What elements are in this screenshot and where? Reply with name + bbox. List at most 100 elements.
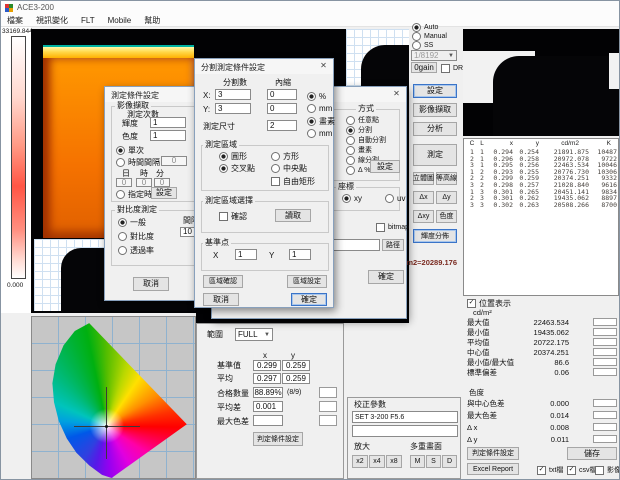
bitmap-checkbox[interactable]: bitmap: [376, 223, 409, 232]
read-button[interactable]: 讀取: [275, 209, 311, 222]
capture-button[interactable]: 影像擷取: [413, 103, 457, 117]
zero-gain-button[interactable]: 0gain: [411, 62, 437, 73]
calibration-param1-field[interactable]: SET 3-200 F5.6: [352, 411, 458, 423]
analyze-button[interactable]: 分析: [413, 122, 457, 136]
delta-xy-button[interactable]: Δxy: [413, 210, 434, 223]
radio-method-split[interactable]: 分割: [346, 126, 372, 135]
table-row[interactable]: 3 2 0.298 0.257 21028.840 9616: [467, 182, 618, 189]
radio-area-center[interactable]: 中央點: [271, 164, 307, 173]
table-row[interactable]: 1 1 0.294 0.254 21891.875 10487: [467, 149, 618, 156]
radio-inset-percent[interactable]: %: [307, 92, 326, 101]
ref-x-field[interactable]: 1: [235, 249, 257, 260]
delta-y-button[interactable]: Δy: [436, 191, 457, 204]
chroma-button[interactable]: 色度: [436, 210, 457, 223]
graph3d-button[interactable]: 立體圖: [413, 172, 434, 185]
delta-x-button[interactable]: Δx: [413, 191, 434, 204]
time-set-button[interactable]: 設定: [151, 187, 177, 199]
radio-contrast[interactable]: 對比度: [118, 232, 154, 241]
radio-auto[interactable]: Auto: [412, 23, 438, 32]
radio-interval[interactable]: 時間間隔: [116, 158, 160, 167]
measure-button[interactable]: 測定: [413, 144, 457, 166]
output-path-field[interactable]: [330, 239, 380, 251]
ok-button[interactable]: 確定: [291, 293, 327, 306]
radio-inset-mm[interactable]: mm: [307, 104, 332, 113]
lum-count-field[interactable]: 1: [150, 117, 186, 128]
area-confirm-button[interactable]: 區域確認: [203, 275, 243, 288]
menu-flt[interactable]: FLT: [81, 16, 95, 25]
radio-size-pixel[interactable]: 畫素: [307, 117, 335, 126]
close-icon[interactable]: ✕: [316, 60, 331, 72]
image-file-checkbox[interactable]: 影像檔: [595, 466, 620, 475]
table-row[interactable]: 1 3 0.301 0.265 20451.141 9834: [467, 189, 618, 196]
path-button[interactable]: 路徑: [382, 239, 404, 251]
contour-button[interactable]: 等高線: [436, 172, 457, 185]
cancel-button[interactable]: 取消: [203, 293, 239, 306]
cie-diagram-panel[interactable]: [31, 316, 196, 479]
shutter-select[interactable]: 1/8192▼: [411, 50, 457, 61]
area-set-button[interactable]: 區域設定: [287, 275, 327, 288]
chroma-count-field[interactable]: 1: [150, 130, 186, 141]
table-row[interactable]: 2 1 0.296 0.258 20972.078 9722: [467, 156, 618, 163]
menu-video-change[interactable]: 視訊變化: [36, 15, 68, 26]
txt-file-checkbox[interactable]: txt檔: [537, 466, 563, 475]
dr-checkbox[interactable]: DR: [441, 64, 463, 73]
close-icon[interactable]: ✕: [389, 88, 404, 100]
radio-area-cross[interactable]: 交叉點: [219, 164, 255, 173]
excel-report-button[interactable]: Excel Report: [467, 463, 519, 475]
zoom-x2-button[interactable]: x2: [352, 455, 368, 468]
table-row[interactable]: 3 1 0.295 0.256 22463.534 10046: [467, 162, 618, 169]
radio-ss[interactable]: SS: [412, 41, 433, 50]
multi-m-button[interactable]: M: [410, 455, 425, 468]
confirm-checkbox[interactable]: 確認: [219, 212, 247, 221]
radio-size-mm[interactable]: mm: [307, 129, 332, 138]
free-rect-checkbox[interactable]: 自由矩形: [271, 177, 315, 186]
radio-transmittance[interactable]: 透過率: [118, 246, 154, 255]
y-inset-field[interactable]: 0: [267, 103, 297, 114]
x-division-field[interactable]: 3: [215, 89, 251, 100]
x-inset-field[interactable]: 0: [267, 89, 297, 100]
y-division-field[interactable]: 3: [215, 103, 251, 114]
radio-single[interactable]: 單次: [116, 146, 144, 155]
menu-mobile[interactable]: Mobile: [108, 16, 132, 25]
average-diff-field[interactable]: 0.001: [253, 401, 283, 412]
judgment-condition-button[interactable]: 判定條件設定: [253, 432, 303, 446]
ref-y-field[interactable]: 1: [289, 249, 311, 260]
radio-method-pixel[interactable]: 畫素: [346, 146, 372, 155]
radio-method-delta-pct[interactable]: Δ %: [346, 166, 370, 175]
ok-button[interactable]: 確定: [368, 270, 404, 284]
calibration-param2-field[interactable]: [352, 425, 458, 437]
luminance-distribution-button[interactable]: 輝度分佈: [413, 229, 457, 243]
save-button[interactable]: 儲存: [567, 447, 617, 460]
radio-coord-xy[interactable]: xy: [342, 194, 362, 203]
cancel-button[interactable]: 取消: [133, 277, 169, 291]
radio-method-auto-split[interactable]: 自動分割: [346, 136, 386, 145]
radio-normal[interactable]: 一般: [118, 218, 146, 227]
table-row[interactable]: 2 2 0.299 0.259 20374.251 9332: [467, 175, 618, 182]
day-field[interactable]: 0: [116, 178, 132, 187]
size-field[interactable]: 2: [267, 120, 297, 131]
position-display-checkbox[interactable]: 位置表示: [467, 299, 511, 308]
minute-field[interactable]: 0: [154, 178, 170, 187]
radio-area-square[interactable]: 方形: [271, 152, 299, 161]
camera-preview-panel[interactable]: [463, 29, 619, 136]
results-table[interactable]: C L x y cd/m2 K 1 1 0.294 0.254 21891.87…: [463, 138, 619, 296]
range-select[interactable]: FULL▼: [235, 328, 273, 341]
table-row[interactable]: 2 3 0.301 0.262 19435.062 8897: [467, 195, 618, 202]
method-set-button[interactable]: 設定: [370, 160, 400, 173]
table-row[interactable]: 1 2 0.293 0.255 20776.730 10306: [467, 169, 618, 176]
pass-count-field[interactable]: 88.89%: [253, 387, 283, 398]
radio-manual[interactable]: Manual: [412, 32, 447, 41]
zoom-x8-button[interactable]: x8: [386, 455, 402, 468]
zoom-x4-button[interactable]: x4: [369, 455, 385, 468]
multi-s-button[interactable]: S: [426, 455, 441, 468]
table-row[interactable]: 3 3 0.302 0.263 20508.266 8700: [467, 202, 618, 209]
csv-file-checkbox[interactable]: csv檔: [567, 466, 597, 475]
radio-method-any-point[interactable]: 任意點: [346, 116, 379, 125]
radio-area-circle[interactable]: 圓形: [219, 152, 247, 161]
menu-file[interactable]: 檔案: [7, 15, 23, 26]
judgment-condition-button[interactable]: 判定條件設定: [467, 447, 519, 460]
hour-field[interactable]: 0: [136, 178, 152, 187]
interval-field[interactable]: 0: [161, 156, 187, 166]
settings-button[interactable]: 設定: [413, 84, 457, 98]
radio-coord-uv[interactable]: uv: [385, 194, 405, 203]
